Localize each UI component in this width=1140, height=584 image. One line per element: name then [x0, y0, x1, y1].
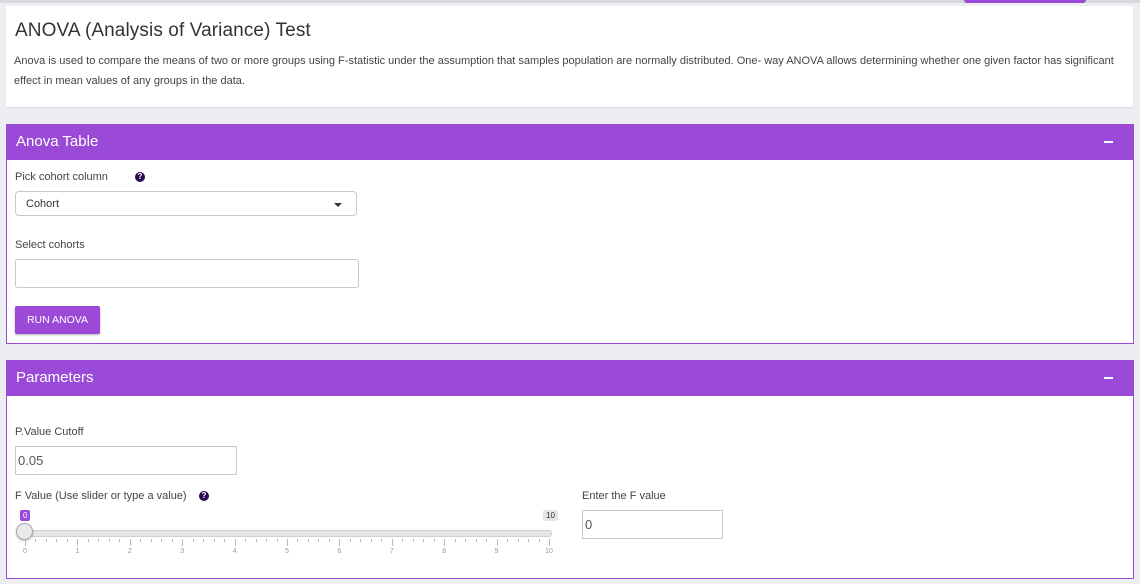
slider-tick [433, 539, 435, 542]
slider-tick [87, 539, 89, 542]
intro-panel: ANOVA (Analysis of Variance) Test Anova … [6, 6, 1133, 107]
slider-tick-label: 1 [75, 548, 80, 555]
slider-tick [538, 539, 540, 542]
select-cohorts-field[interactable] [16, 260, 358, 287]
slider-tick [454, 539, 456, 542]
slider-tick [496, 539, 498, 546]
slider-track[interactable] [24, 530, 552, 537]
slider-tick [35, 539, 37, 542]
slider-tick [266, 539, 268, 542]
slider-tick [297, 539, 299, 542]
slider-tick [150, 539, 152, 542]
slider-tick [276, 539, 278, 542]
slider-tick [475, 539, 477, 542]
slider-tick [507, 539, 509, 542]
slider-tick [444, 539, 446, 546]
slider-tick [360, 539, 362, 542]
cohort-column-label: Pick cohort column [15, 171, 108, 183]
slider-tick [245, 539, 247, 542]
slider-tick-label: 10 [545, 548, 553, 555]
slider-tick [161, 539, 163, 542]
question-circle-icon[interactable]: ? [199, 491, 209, 501]
select-cohorts-label: Select cohorts [15, 239, 85, 251]
collapse-icon[interactable] [1104, 141, 1113, 143]
pvalue-cutoff-label: P.Value Cutoff [15, 426, 84, 438]
slider-tick [119, 539, 121, 542]
slider-tick [203, 539, 205, 542]
slider-tick [108, 539, 110, 542]
slider-tick-label: 0 [23, 548, 27, 555]
slider-tick-label: 7 [389, 548, 394, 555]
collapse-icon[interactable] [1104, 377, 1113, 379]
slider-tick [25, 539, 26, 546]
slider-tick [213, 539, 215, 542]
slider-tick [287, 539, 288, 546]
slider-tick [370, 539, 372, 542]
slider-tick [423, 539, 425, 542]
slider-tick [465, 539, 467, 542]
parameters-box: Parameters P.Value Cutoff F Value (Use s… [6, 360, 1134, 579]
cohort-column-select[interactable]: Cohort [15, 191, 357, 216]
slider-tick [182, 539, 184, 546]
slider-tick-label: 9 [494, 548, 499, 555]
page-description: Anova is used to compare the means of tw… [14, 55, 1114, 87]
slider-tick [412, 539, 414, 542]
slider-handle[interactable] [16, 523, 33, 540]
slider-tick [171, 539, 173, 542]
fvalue-slider[interactable]: 0 10 0 1 2 3 4 5 6 7 8 9 10 [16, 508, 559, 556]
slider-tick [328, 539, 330, 542]
slider-tick [224, 539, 226, 542]
slider-min-badge: 0 [20, 510, 31, 521]
anova-table-box: Anova Table Pick cohort column ? Cohort … [6, 124, 1134, 344]
slider-tick-label: 8 [442, 548, 447, 555]
pvalue-cutoff-field[interactable] [16, 447, 236, 474]
parameters-title: Parameters [16, 369, 94, 386]
page-title: ANOVA (Analysis of Variance) Test [15, 20, 311, 41]
fvalue-slider-label: F Value (Use slider or type a value) [15, 490, 187, 502]
slider-tick [549, 539, 550, 546]
slider-tick [66, 539, 68, 542]
slider-tick [45, 539, 47, 542]
slider-tick-label: 2 [127, 548, 132, 555]
slider-tick [98, 539, 100, 542]
cohort-column-value: Cohort [26, 198, 60, 210]
slider-tick [349, 539, 351, 542]
slider-max-badge: 10 [543, 510, 558, 521]
slider-tick [234, 539, 236, 546]
fvalue-input[interactable] [582, 510, 723, 539]
slider-tick [318, 539, 320, 542]
slider-tick [192, 539, 194, 542]
select-cohorts-input[interactable] [15, 259, 359, 288]
slider-tick [255, 539, 257, 542]
slider-tick-label: 3 [180, 548, 185, 555]
anova-table-header: Anova Table [7, 124, 1133, 160]
slider-tick [339, 539, 341, 546]
slider-tick [307, 539, 309, 542]
slider-tick [486, 539, 488, 542]
slider-tick [528, 539, 530, 542]
run-anova-button[interactable]: RUN ANOVA [15, 306, 100, 334]
fvalue-field[interactable] [583, 511, 722, 538]
question-circle-icon[interactable]: ? [135, 172, 145, 182]
slider-tick [381, 539, 383, 542]
anova-table-title: Anova Table [16, 133, 99, 150]
fvalue-input-label: Enter the F value [582, 490, 666, 502]
parameters-header: Parameters [7, 360, 1133, 396]
top-tab-indicator[interactable] [964, 0, 1086, 3]
slider-tick [391, 539, 393, 546]
slider-tick [129, 539, 131, 546]
slider-tick-label: 4 [232, 548, 237, 555]
pvalue-cutoff-input[interactable] [15, 446, 237, 475]
caret-down-icon [334, 203, 342, 207]
slider-tick [402, 539, 404, 542]
slider-tick-label: 6 [337, 548, 342, 555]
slider-tick [517, 539, 519, 542]
slider-tick-label: 5 [285, 548, 289, 555]
slider-tick [140, 539, 142, 542]
slider-tick [56, 539, 58, 542]
slider-tick [77, 539, 79, 546]
